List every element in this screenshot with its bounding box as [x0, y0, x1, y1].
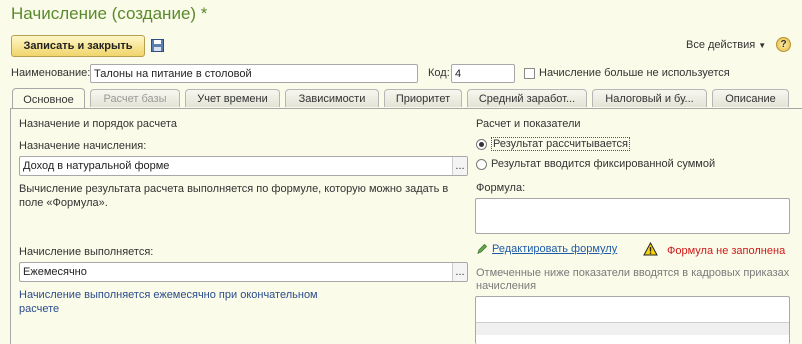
help-button[interactable]: ?: [776, 37, 791, 52]
tab-time-accounting[interactable]: Учет времени: [185, 89, 280, 107]
unused-checkbox[interactable]: [524, 68, 535, 79]
code-label: Код:: [428, 67, 450, 79]
formula-label: Формула:: [476, 182, 526, 194]
name-label: Наименование:: [11, 67, 91, 79]
save-button[interactable]: [149, 37, 165, 53]
period-choose-button[interactable]: ...: [452, 263, 467, 281]
indicators-note: Отмеченные ниже показатели вводятся в ка…: [476, 267, 790, 292]
edit-formula-action[interactable]: Редактировать формулу: [476, 243, 617, 255]
period-value: Ежемесячно: [23, 266, 87, 278]
tab-average-earnings[interactable]: Средний заработ...: [467, 89, 587, 107]
edit-formula-link: Редактировать формулу: [492, 243, 618, 255]
purpose-value: Доход в натуральной форме: [23, 160, 170, 172]
formula-error-text: Формула не заполнена: [667, 245, 786, 257]
save-and-close-button[interactable]: Записать и закрыть: [11, 35, 145, 57]
radio-fixed[interactable]: Результат вводится фиксированной суммой: [476, 158, 715, 170]
all-actions-menu[interactable]: Все действия ▼: [686, 39, 766, 51]
tab-base-calculation[interactable]: Расчет базы: [90, 89, 180, 107]
purpose-choose-button[interactable]: ...: [452, 157, 467, 175]
formula-description: Вычисление результата расчета выполняетс…: [19, 183, 449, 209]
formula-input[interactable]: [475, 198, 790, 234]
indicators-scrollbar[interactable]: [476, 322, 789, 335]
left-section-title: Назначение и порядок расчета: [19, 118, 177, 130]
radio-fixed-label: Результат вводится фиксированной суммой: [491, 158, 716, 170]
floppy-disk-icon: [150, 38, 164, 52]
window-title: Начисление (создание) *: [11, 4, 208, 23]
code-input[interactable]: 4: [451, 64, 515, 83]
tab-dependencies[interactable]: Зависимости: [285, 89, 379, 107]
name-input[interactable]: Талоны на питание в столовой: [90, 64, 418, 83]
all-actions-label: Все действия: [686, 39, 756, 51]
purpose-field[interactable]: Доход в натуральной форме ...: [19, 156, 468, 176]
period-hint: Начисление выполняется ежемесячно при ок…: [19, 289, 318, 315]
period-label: Начисление выполняется:: [19, 246, 154, 258]
pencil-icon: [477, 243, 488, 254]
purpose-label: Назначение начисления:: [19, 140, 147, 152]
unused-checkbox-label: Начисление больше не используется: [539, 67, 730, 79]
period-field[interactable]: Ежемесячно ...: [19, 262, 468, 282]
tab-tax-accounting[interactable]: Налоговый и бу...: [592, 89, 707, 107]
right-section-title: Расчет и показатели: [476, 118, 581, 130]
radio-fixed-icon: [476, 158, 487, 170]
tab-main[interactable]: Основное: [12, 88, 85, 110]
tab-priority[interactable]: Приоритет: [384, 89, 462, 107]
tab-description[interactable]: Описание: [712, 89, 789, 107]
radio-calculated-icon: [476, 138, 487, 150]
indicators-table[interactable]: [475, 296, 790, 344]
warning-icon: [643, 241, 658, 259]
dropdown-arrow-icon: ▼: [758, 40, 767, 50]
radio-calculated[interactable]: Результат рассчитывается: [476, 137, 630, 151]
radio-calculated-label: Результат рассчитывается: [491, 137, 630, 151]
help-icon: ?: [780, 39, 787, 50]
